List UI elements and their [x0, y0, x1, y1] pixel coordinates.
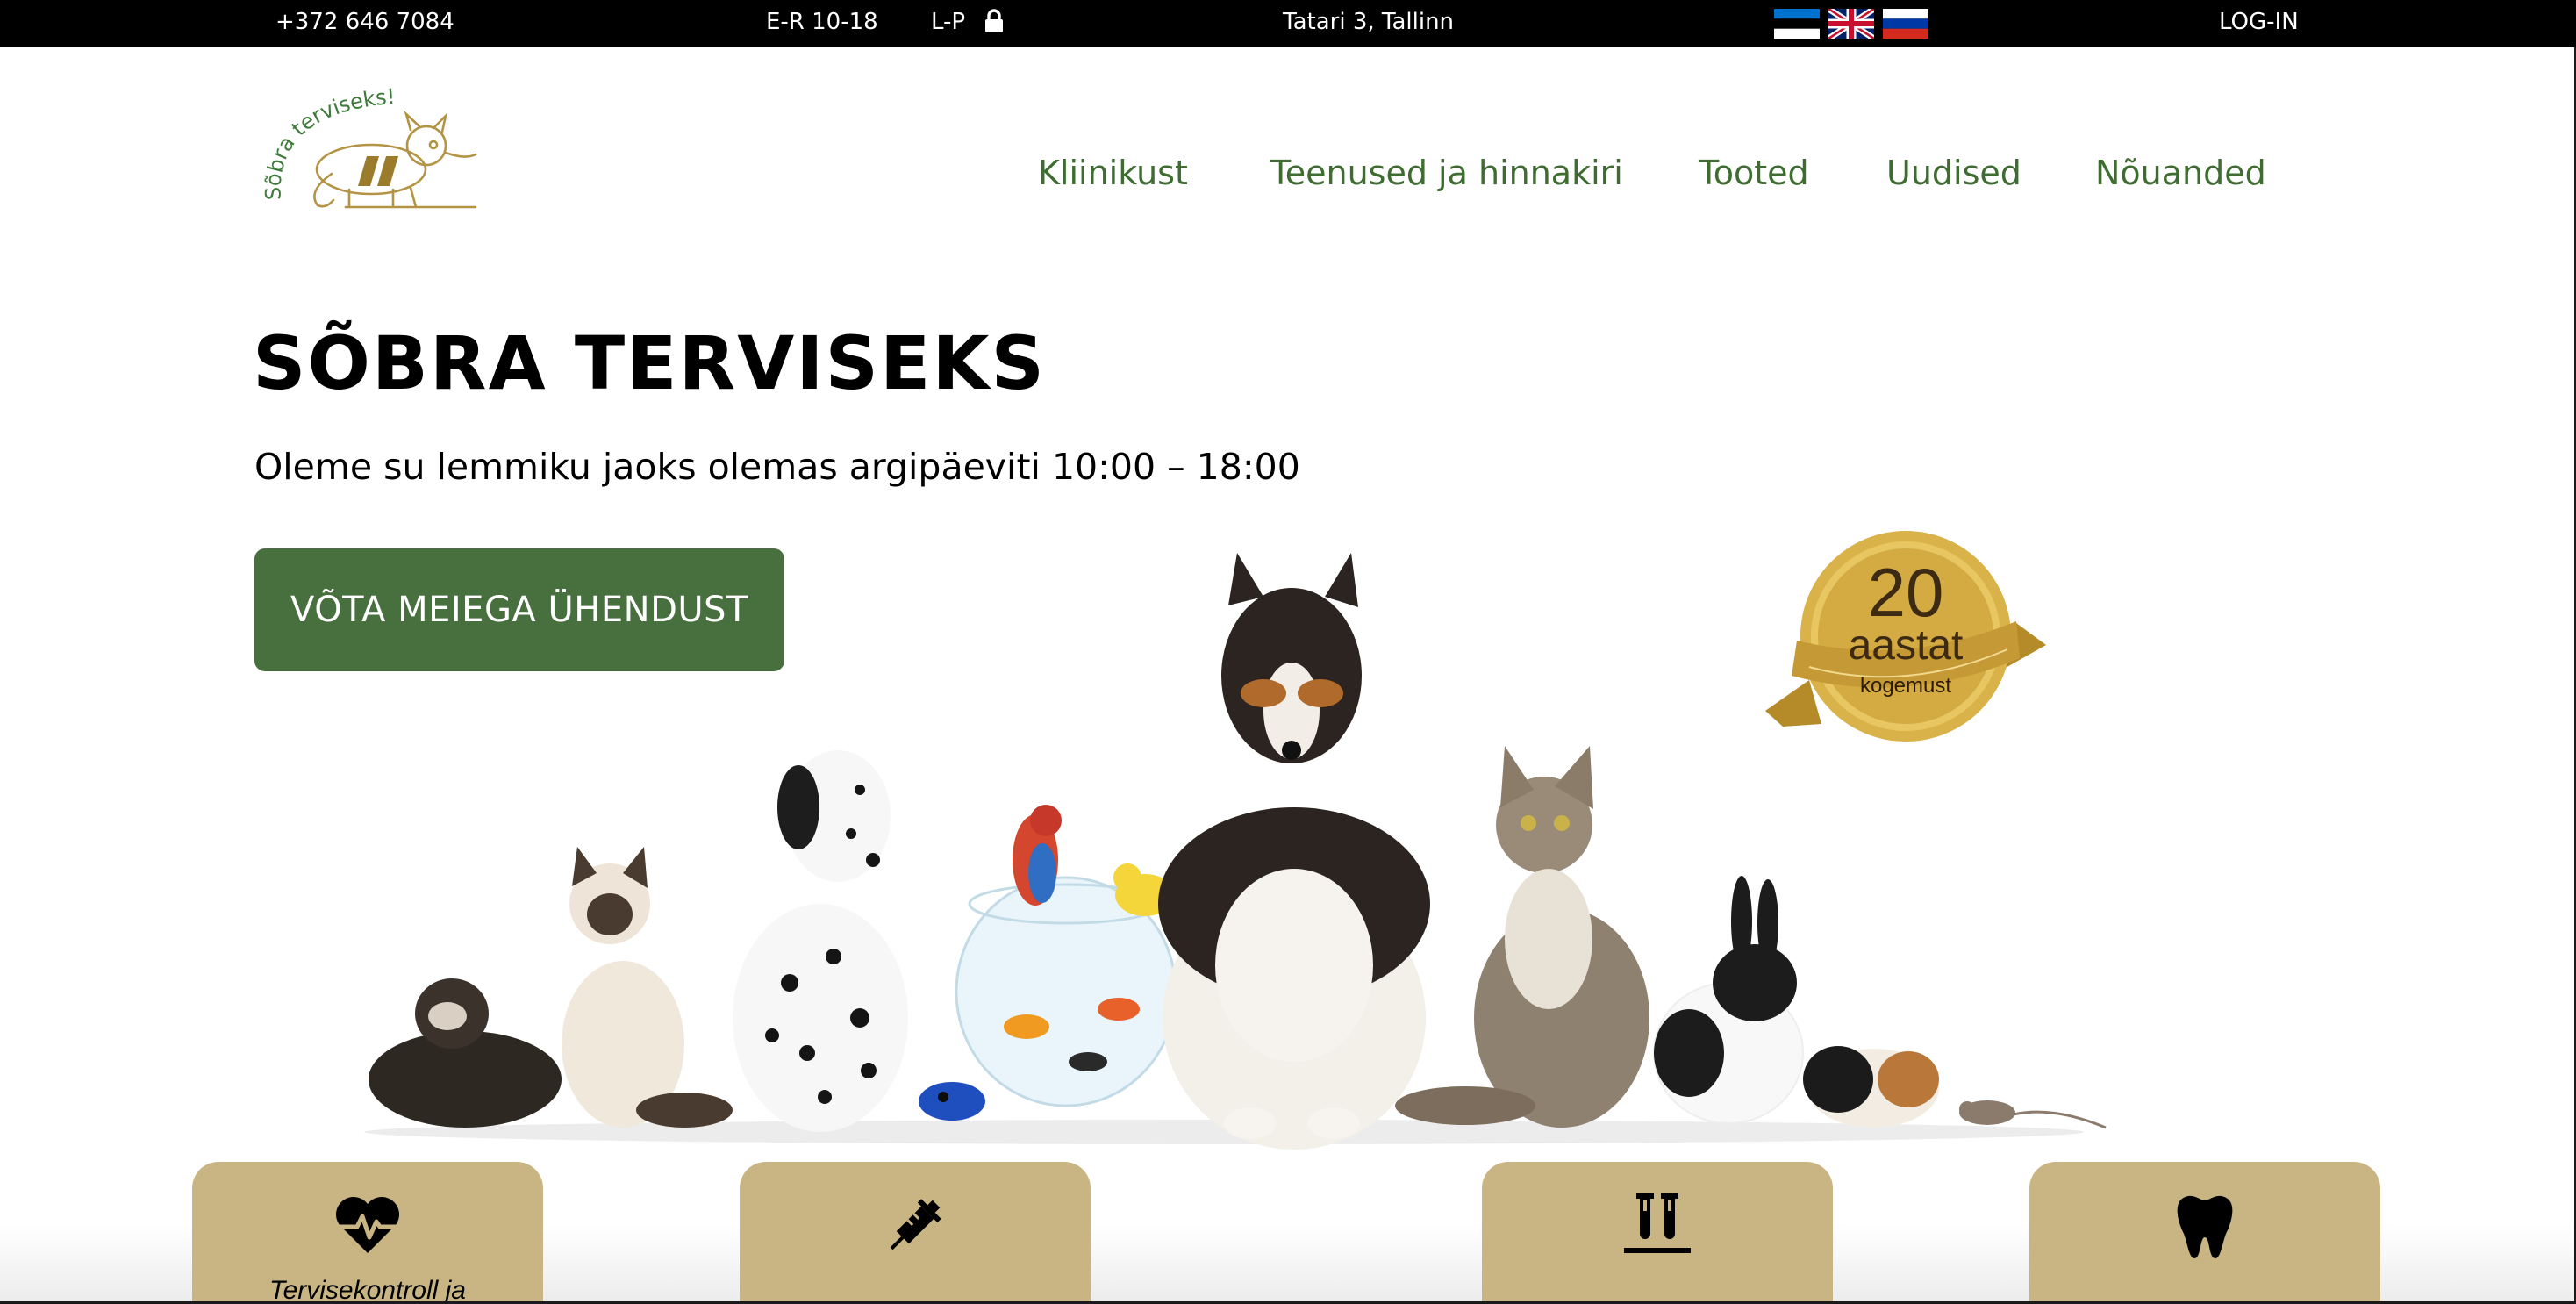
phone-link[interactable]: +372 646 7084: [275, 7, 454, 37]
logo-text: Sõbra terviseks!: [261, 84, 396, 201]
tabby-cat-image: [1395, 746, 1649, 1128]
rabbit-image: [1653, 876, 1804, 1124]
service-card-vaccination[interactable]: [740, 1162, 1091, 1304]
hero-title: SÕBRA TERVISEKS: [253, 320, 1046, 406]
badge-word: aastat: [1848, 622, 1964, 669]
heartbeat-icon: [331, 1188, 404, 1262]
collie-image: [1158, 553, 1430, 1150]
nav-item-uudised[interactable]: Uudised: [1886, 154, 2021, 192]
syringe-icon: [878, 1188, 952, 1262]
service-card-health-check[interactable]: Tervisekontroll ja: [192, 1162, 543, 1304]
tooth-icon: [2168, 1188, 2242, 1262]
top-info-bar: +372 646 7084 E-R 10-18 L-P Tatari 3, Ta…: [0, 0, 2576, 47]
badge-ribbon-text: kogemust: [1859, 674, 1952, 698]
dalmatian-image: [733, 750, 908, 1132]
ferret-image: [369, 978, 562, 1128]
nav-item-teenused[interactable]: Teenused ja hinnakiri: [1270, 154, 1623, 192]
test-tubes-icon: [1621, 1188, 1694, 1262]
nav-item-nouanded[interactable]: Nõuanded: [2095, 154, 2266, 192]
frog-image: [919, 1082, 985, 1121]
hero-subtitle: Oleme su lemmiku jaoks olemas argipäevit…: [254, 446, 1300, 488]
weekend-hours: L-P: [931, 9, 966, 35]
siamese-cat-image: [562, 847, 733, 1128]
address: Tatari 3, Tallinn: [1283, 9, 1455, 35]
service-card-dental[interactable]: [2029, 1162, 2380, 1304]
service-card-laboratory[interactable]: [1482, 1162, 1833, 1304]
login-link[interactable]: LOG-IN: [2219, 7, 2299, 37]
contact-us-button[interactable]: VÕTA MEIEGA ÜHENDUST: [254, 548, 784, 671]
russian-flag-icon[interactable]: [1883, 9, 1928, 39]
nav-item-kliinikust[interactable]: Kliinikust: [1038, 154, 1188, 192]
nav-item-tooted[interactable]: Tooted: [1699, 154, 1809, 192]
service-label: Tervisekontroll ja: [269, 1276, 466, 1304]
estonian-flag-icon[interactable]: [1774, 9, 1820, 39]
experience-badge: 20 aastat kogemust: [1757, 527, 2055, 763]
clinic-logo[interactable]: Sõbra terviseks!: [261, 77, 490, 218]
british-flag-icon[interactable]: [1828, 9, 1874, 39]
mouse-image: [1959, 1100, 2107, 1129]
lock-icon: [983, 8, 1005, 34]
guinea-pig-image: [1803, 1046, 1939, 1128]
weekday-hours: E-R 10-18: [766, 9, 878, 35]
